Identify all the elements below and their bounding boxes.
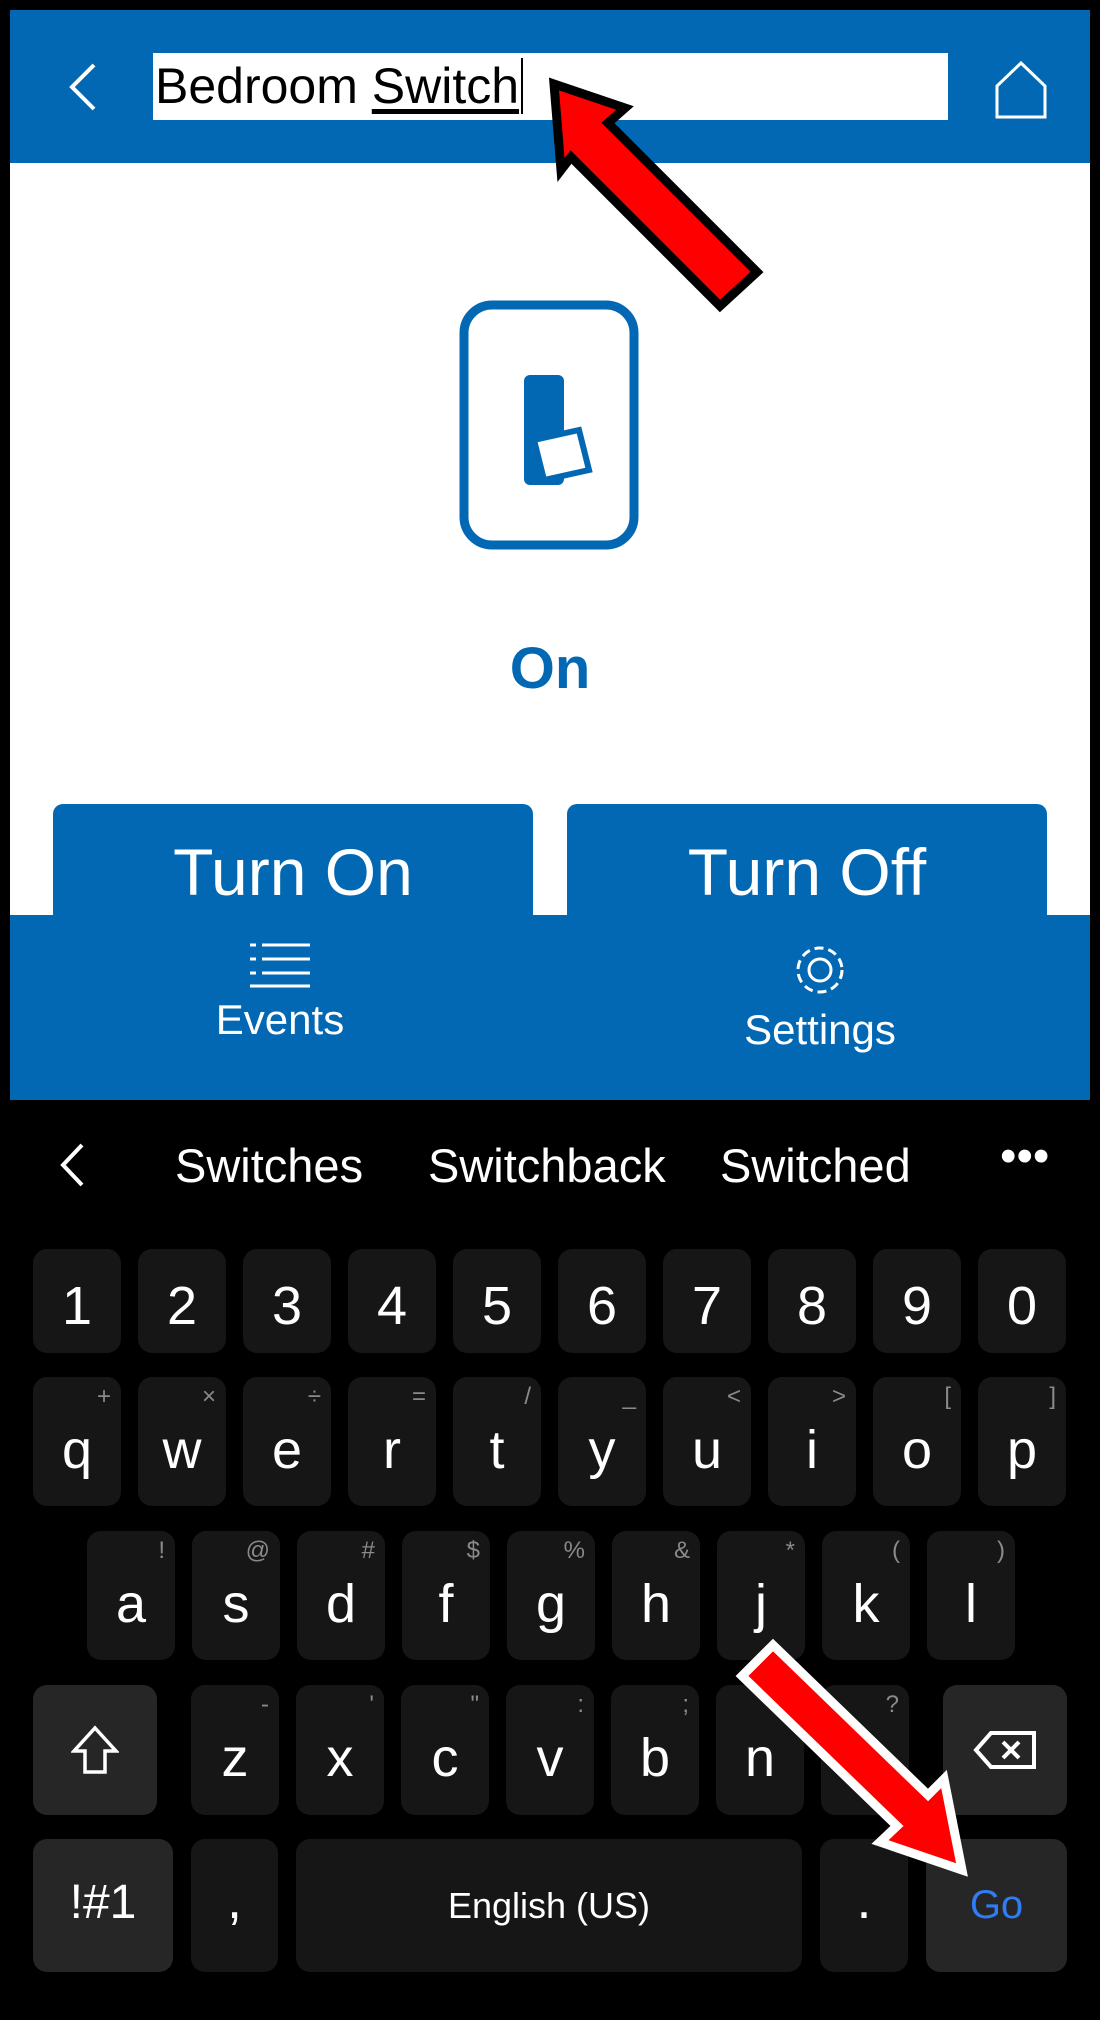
key-e[interactable]: e ÷	[243, 1377, 331, 1506]
backspace-icon	[973, 1731, 1036, 1769]
go-key[interactable]: Go	[926, 1839, 1067, 1972]
key-i[interactable]: i >	[768, 1377, 856, 1506]
key-o[interactable]: o[	[873, 1377, 961, 1506]
key-d[interactable]: d #	[297, 1531, 385, 1660]
light-switch-icon	[459, 300, 639, 550]
key-k[interactable]: k(	[822, 1531, 910, 1660]
device-screen: Bedroom Switch On Turn On Turn Off Event…	[10, 10, 1090, 1100]
key-l[interactable]: l)	[927, 1531, 1015, 1660]
key-4[interactable]: 4	[348, 1249, 436, 1353]
nav-events[interactable]: Events	[130, 940, 430, 1044]
home-icon[interactable]	[993, 60, 1049, 120]
key-y[interactable]: y _	[558, 1377, 646, 1506]
nav-settings[interactable]: Settings	[670, 940, 970, 1054]
suggestion[interactable]: Switched	[720, 1138, 911, 1193]
key-1[interactable]: 1	[33, 1249, 121, 1353]
suggestion[interactable]: Switchback	[428, 1138, 666, 1193]
space-key[interactable]: English (US)	[296, 1839, 802, 1972]
key-9[interactable]: 9	[873, 1249, 961, 1353]
switch-state: On	[509, 636, 591, 701]
key-u[interactable]: u <	[663, 1377, 751, 1506]
key-6[interactable]: 6	[558, 1249, 646, 1353]
period-key[interactable]: .	[820, 1839, 908, 1972]
key-2[interactable]: 2	[138, 1249, 226, 1353]
key-w[interactable]: w ×	[138, 1377, 226, 1506]
key-m[interactable]: m?	[821, 1685, 909, 1815]
nav-events-label: Events	[215, 996, 345, 1043]
header: Bedroom Switch	[10, 10, 1090, 163]
key-s[interactable]: s @	[192, 1531, 280, 1660]
chevron-left-icon[interactable]	[58, 1142, 88, 1188]
key-x[interactable]: x '	[296, 1685, 384, 1815]
key-g[interactable]: g%	[507, 1531, 595, 1660]
key-t[interactable]: t /	[453, 1377, 541, 1506]
gear-icon	[796, 946, 844, 994]
key-j[interactable]: j *	[717, 1531, 805, 1660]
shift-icon	[71, 1725, 119, 1774]
key-c[interactable]: c "	[401, 1685, 489, 1815]
key-v[interactable]: v:	[506, 1685, 594, 1815]
key-7[interactable]: 7	[663, 1249, 751, 1353]
device-name-input[interactable]: Bedroom Switch	[153, 53, 948, 120]
chevron-left-icon[interactable]	[68, 62, 98, 112]
key-z[interactable]: z-	[191, 1685, 279, 1815]
bottom-nav: Events Settings	[10, 915, 1090, 1100]
key-0[interactable]: 0	[978, 1249, 1066, 1353]
comma-key[interactable]: ,	[191, 1839, 278, 1972]
key-f[interactable]: f $	[402, 1531, 490, 1660]
backspace-key[interactable]	[943, 1685, 1067, 1815]
nav-settings-label: Settings	[744, 1006, 896, 1053]
symbols-key[interactable]: !#1	[33, 1839, 173, 1972]
key-n[interactable]: n /	[716, 1685, 804, 1815]
key-q[interactable]: q +	[33, 1377, 121, 1506]
list-icon	[250, 943, 310, 988]
key-p[interactable]: p]	[978, 1377, 1066, 1506]
key-8[interactable]: 8	[768, 1249, 856, 1353]
key-h[interactable]: h &	[612, 1531, 700, 1660]
key-a[interactable]: a!	[87, 1531, 175, 1660]
suggestion[interactable]: Switches	[175, 1138, 363, 1193]
more-icon[interactable]: •••	[1000, 1128, 1049, 1183]
key-5[interactable]: 5	[453, 1249, 541, 1353]
key-r[interactable]: r =	[348, 1377, 436, 1506]
key-3[interactable]: 3	[243, 1249, 331, 1353]
key-b[interactable]: b;	[611, 1685, 699, 1815]
shift-key[interactable]	[33, 1685, 157, 1815]
